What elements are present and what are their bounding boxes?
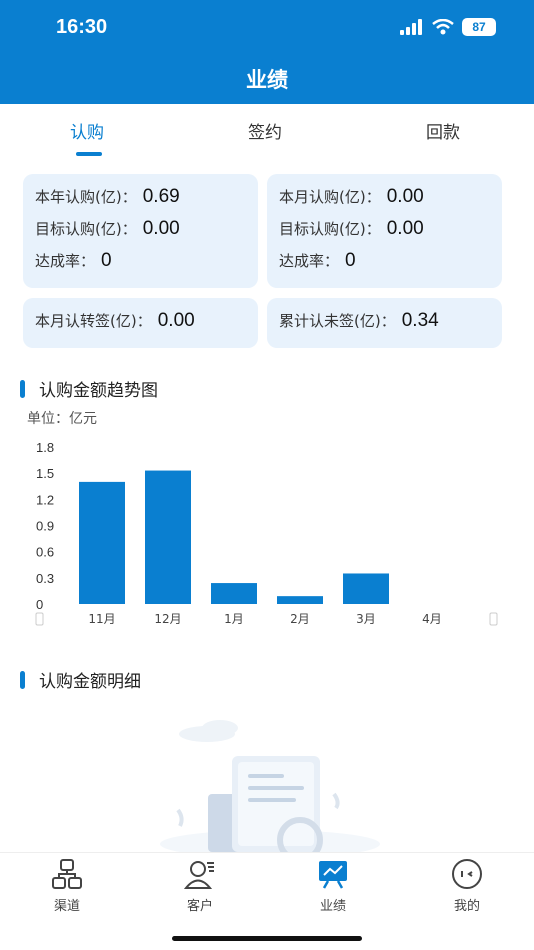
year-rate-value: 0 <box>101 250 112 271</box>
home-indicator <box>172 936 362 941</box>
x-tick-label: 1月 <box>224 612 244 626</box>
signal-icon <box>400 19 422 35</box>
year-rate-row: 达成率： 0 <box>35 250 112 272</box>
month-sub-row: 本月认购(亿)： 0.00 <box>279 186 424 208</box>
tab-subscription[interactable]: 认购 <box>70 118 104 143</box>
tab-signing[interactable]: 签约 <box>248 118 282 143</box>
chart-bar <box>211 583 257 604</box>
y-tick-label: 0.6 <box>36 545 54 560</box>
empty-state-illustration <box>160 720 380 852</box>
month-rate-value: 0 <box>345 250 356 271</box>
month-convert-label: 本月认转签(亿)： <box>35 312 152 330</box>
year-rate-label: 达成率： <box>35 252 96 270</box>
month-sub-label: 本月认购(亿)： <box>279 188 381 206</box>
section-bar-icon <box>20 670 25 689</box>
chart-scroll-handle[interactable] <box>35 612 44 626</box>
tabbar-item-profile[interactable]: 我的 <box>427 857 507 914</box>
month-target-row: 目标认购(亿)： 0.00 <box>279 218 424 240</box>
trend-section-title: 认购金额趋势图 <box>20 376 158 401</box>
year-sub-row: 本年认购(亿)： 0.69 <box>35 186 180 208</box>
cumulative-unsigned-label: 累计认未签(亿)： <box>279 312 396 330</box>
status-time: 16:30 <box>56 16 108 38</box>
tabbar-item-customer[interactable]: 客户 <box>160 857 240 914</box>
month-convert-value: 0.00 <box>157 310 195 331</box>
x-tick-label: 12月 <box>154 612 181 626</box>
app-header: 16:30 87 业绩 <box>0 0 534 104</box>
month-convert-card: 本月认转签(亿)： 0.00 <box>23 298 258 348</box>
y-tick-label: 0.3 <box>36 571 54 586</box>
x-tick-label: 3月 <box>356 612 376 626</box>
trend-bar-chart: 0 0.3 0.6 0.9 1.2 1.5 1.8 11月 12月 1月 2月 3月 4月 <box>35 440 498 626</box>
detail-section-title: 认购金额明细 <box>20 667 141 692</box>
year-stats-card: 本年认购(亿)： 0.69 目标认购(亿)： 0.00 达成率： 0 <box>23 174 258 288</box>
year-target-label: 目标认购(亿)： <box>35 220 137 238</box>
x-tick-label: 2月 <box>290 612 310 626</box>
chart-scroll-handle[interactable] <box>489 612 498 626</box>
profile-icon <box>452 859 482 889</box>
year-sub-label: 本年认购(亿)： <box>35 188 137 206</box>
performance-icon <box>319 861 347 889</box>
customer-icon <box>183 861 214 889</box>
cumulative-unsigned-row: 累计认未签(亿)： 0.34 <box>279 310 439 332</box>
x-tick-label: 11月 <box>88 612 115 626</box>
channel-icon <box>52 859 82 889</box>
page-title: 业绩 <box>246 68 288 92</box>
tabbar-label: 客户 <box>186 899 213 914</box>
y-tick-label: 0.9 <box>36 519 54 534</box>
chart-unit-label: 单位：亿元 <box>27 411 97 427</box>
year-target-value: 0.00 <box>142 218 180 239</box>
section-bar-icon <box>20 379 25 398</box>
month-sub-value: 0.00 <box>386 186 424 207</box>
y-tick-label: 1.5 <box>36 466 54 481</box>
month-convert-row: 本月认转签(亿)： 0.00 <box>35 310 195 332</box>
y-tick-label: 1.2 <box>36 492 54 507</box>
detail-title: 认购金额明细 <box>39 672 141 692</box>
month-rate-label: 达成率： <box>279 252 340 270</box>
tabbar-label: 业绩 <box>319 899 346 914</box>
status-icons: 87 <box>400 18 496 36</box>
cumulative-unsigned-value: 0.34 <box>401 310 439 331</box>
cumulative-unsigned-card: 累计认未签(亿)： 0.34 <box>267 298 502 348</box>
tabbar-item-performance[interactable]: 业绩 <box>293 857 373 914</box>
year-sub-value: 0.69 <box>142 186 180 207</box>
chart-bar <box>343 573 389 604</box>
tabbar-label: 渠道 <box>53 899 80 914</box>
y-tick-label: 1.8 <box>36 440 54 455</box>
battery-icon: 87 <box>462 18 496 36</box>
tab-payment[interactable]: 回款 <box>426 118 460 143</box>
y-tick-label: 0 <box>36 597 43 612</box>
tab-bar: 认购 签约 回款 <box>0 104 534 160</box>
chart-bar <box>145 470 191 604</box>
tabbar-label: 我的 <box>453 899 480 914</box>
chart-bar <box>79 481 125 604</box>
x-tick-label: 4月 <box>422 612 442 626</box>
chart-bar <box>277 596 323 604</box>
trend-title: 认购金额趋势图 <box>39 381 158 401</box>
month-target-value: 0.00 <box>386 218 424 239</box>
tabbar-item-channel[interactable]: 渠道 <box>27 857 107 914</box>
year-target-row: 目标认购(亿)： 0.00 <box>35 218 180 240</box>
month-target-label: 目标认购(亿)： <box>279 220 381 238</box>
month-rate-row: 达成率： 0 <box>279 250 356 272</box>
tab-active-indicator <box>76 152 102 156</box>
month-stats-card: 本月认购(亿)： 0.00 目标认购(亿)： 0.00 达成率： 0 <box>267 174 502 288</box>
wifi-icon <box>432 19 454 35</box>
